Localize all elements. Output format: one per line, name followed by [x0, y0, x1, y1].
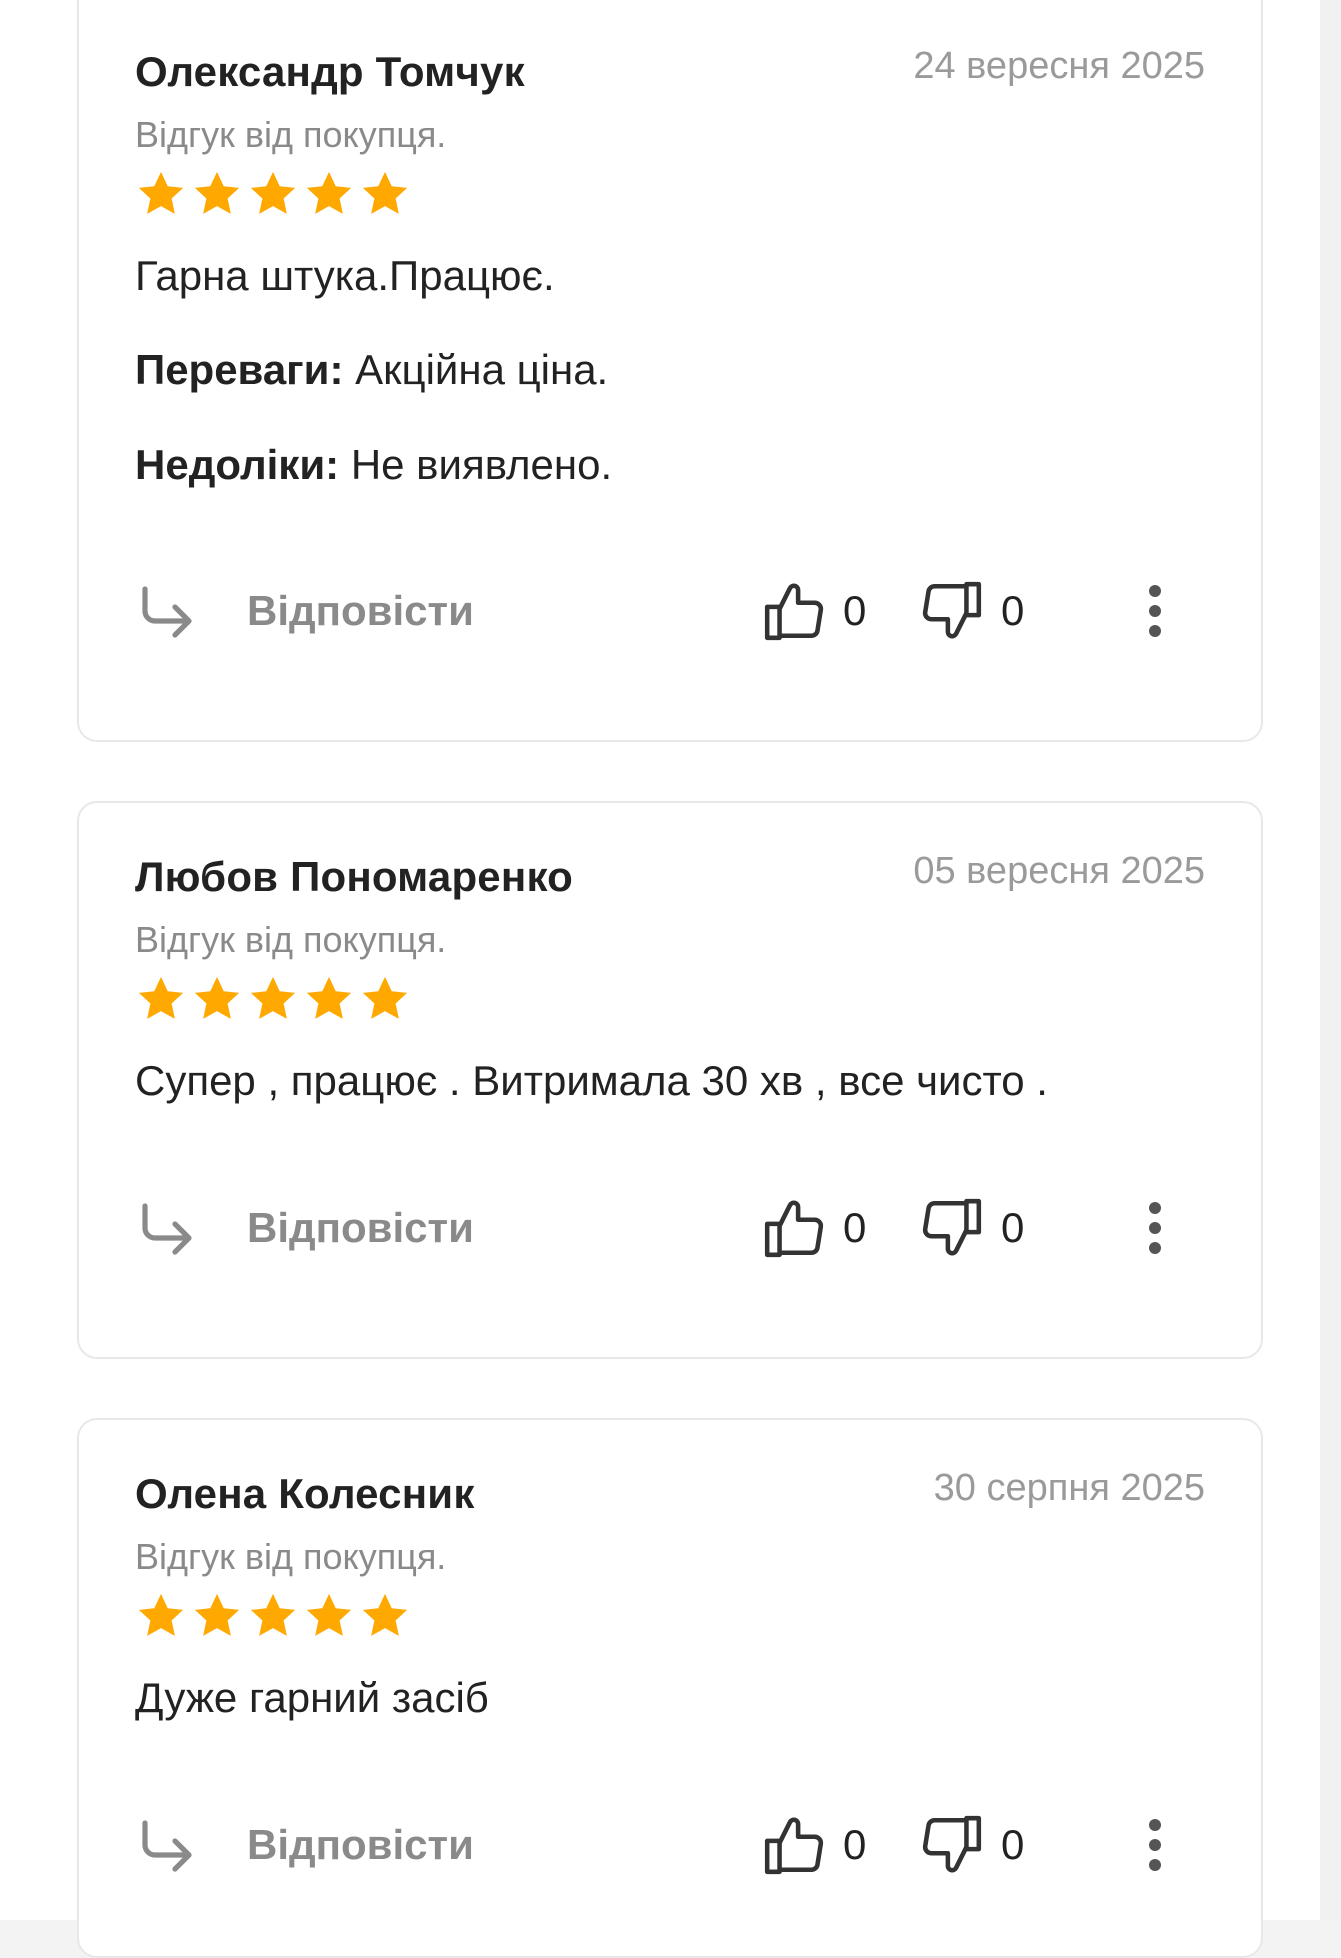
- more-vertical-icon: [1149, 1819, 1161, 1871]
- reply-label: Відповісти: [247, 1204, 474, 1251]
- review-source: Відгук від покупця.: [135, 919, 447, 960]
- pros-text: Акційна ціна.: [355, 346, 609, 393]
- review-text: Супер , працює . Витримала 30 хв , все ч…: [135, 1057, 1048, 1104]
- dislike-button[interactable]: 0: [919, 576, 1024, 646]
- star-icon: [194, 1593, 240, 1636]
- review-card: Олена Колесник 30 серпня 2025 Відгук від…: [77, 1418, 1263, 1958]
- thumbs-up-icon: [764, 1817, 824, 1875]
- star-icon: [250, 171, 296, 214]
- review-author: Олена Колесник: [135, 1470, 475, 1517]
- star-icon: [306, 976, 352, 1019]
- thumbs-up-icon: [764, 583, 824, 641]
- review-text: Гарна штука.Працює.: [135, 252, 555, 299]
- review-author: Олександр Томчук: [135, 48, 525, 95]
- reply-arrow-icon: [142, 586, 192, 638]
- star-icon: [362, 1593, 408, 1636]
- dislike-button[interactable]: 0: [919, 1193, 1024, 1263]
- review-date: 30 серпня 2025: [933, 1467, 1205, 1509]
- rating-stars: [135, 1590, 411, 1642]
- scroll-gutter: [1320, 0, 1341, 1920]
- star-icon: [250, 1593, 296, 1636]
- review-source: Відгук від покупця.: [135, 114, 447, 155]
- reply-label: Відповісти: [247, 1821, 474, 1868]
- reply-button[interactable]: Відповісти: [135, 1193, 474, 1263]
- more-vertical-icon: [1149, 1202, 1161, 1254]
- like-count: 0: [843, 1204, 867, 1251]
- more-vertical-icon: [1149, 585, 1161, 637]
- review-card: Олександр Томчук 24 вересня 2025 Відгук …: [77, 0, 1263, 742]
- rating-stars: [135, 973, 411, 1025]
- star-icon: [194, 171, 240, 214]
- dislike-button[interactable]: 0: [919, 1810, 1024, 1880]
- cons-text: Не виявлено.: [350, 441, 613, 488]
- star-icon: [138, 171, 184, 214]
- review-cons: Недоліки: Не виявлено.: [135, 439, 1205, 491]
- more-options-button[interactable]: [1135, 576, 1175, 646]
- star-icon: [306, 1593, 352, 1636]
- reply-arrow-icon: [142, 1203, 192, 1255]
- star-icon: [138, 976, 184, 1019]
- review-actions: Відповісти 0 0: [135, 1193, 1205, 1263]
- more-options-button[interactable]: [1135, 1810, 1175, 1880]
- dislike-count: 0: [1001, 1821, 1025, 1868]
- dislike-count: 0: [1001, 587, 1025, 634]
- review-actions: Відповісти 0 0: [135, 1810, 1205, 1880]
- star-icon: [194, 976, 240, 1019]
- like-button[interactable]: 0: [761, 576, 866, 646]
- review-source: Відгук від покупця.: [135, 1536, 447, 1577]
- reply-button[interactable]: Відповісти: [135, 576, 474, 646]
- reply-arrow-icon: [142, 1820, 192, 1872]
- like-count: 0: [843, 587, 867, 634]
- star-icon: [306, 171, 352, 214]
- dislike-count: 0: [1001, 1204, 1025, 1251]
- review-card: Любов Пономаренко 05 вересня 2025 Відгук…: [77, 801, 1263, 1359]
- reply-label: Відповісти: [247, 587, 474, 634]
- star-icon: [250, 976, 296, 1019]
- review-author: Любов Пономаренко: [135, 853, 573, 900]
- cons-label: Недоліки:: [135, 441, 340, 488]
- like-button[interactable]: 0: [761, 1810, 866, 1880]
- review-date: 24 вересня 2025: [913, 45, 1205, 87]
- review-text: Дуже гарний засіб: [135, 1674, 489, 1721]
- like-count: 0: [843, 1821, 867, 1868]
- review-actions: Відповісти 0 0: [135, 576, 1205, 646]
- review-date: 05 вересня 2025: [913, 850, 1205, 892]
- thumbs-down-icon: [922, 1815, 982, 1873]
- more-options-button[interactable]: [1135, 1193, 1175, 1263]
- like-button[interactable]: 0: [761, 1193, 866, 1263]
- reply-button[interactable]: Відповісти: [135, 1810, 474, 1880]
- star-icon: [362, 976, 408, 1019]
- thumbs-down-icon: [922, 1198, 982, 1256]
- rating-stars: [135, 168, 411, 220]
- reviews-page: Олександр Томчук 24 вересня 2025 Відгук …: [0, 0, 1320, 1958]
- star-icon: [362, 171, 408, 214]
- review-pros: Переваги: Акційна ціна.: [135, 344, 1205, 396]
- thumbs-down-icon: [922, 581, 982, 639]
- pros-label: Переваги:: [135, 346, 344, 393]
- star-icon: [138, 1593, 184, 1636]
- thumbs-up-icon: [764, 1200, 824, 1258]
